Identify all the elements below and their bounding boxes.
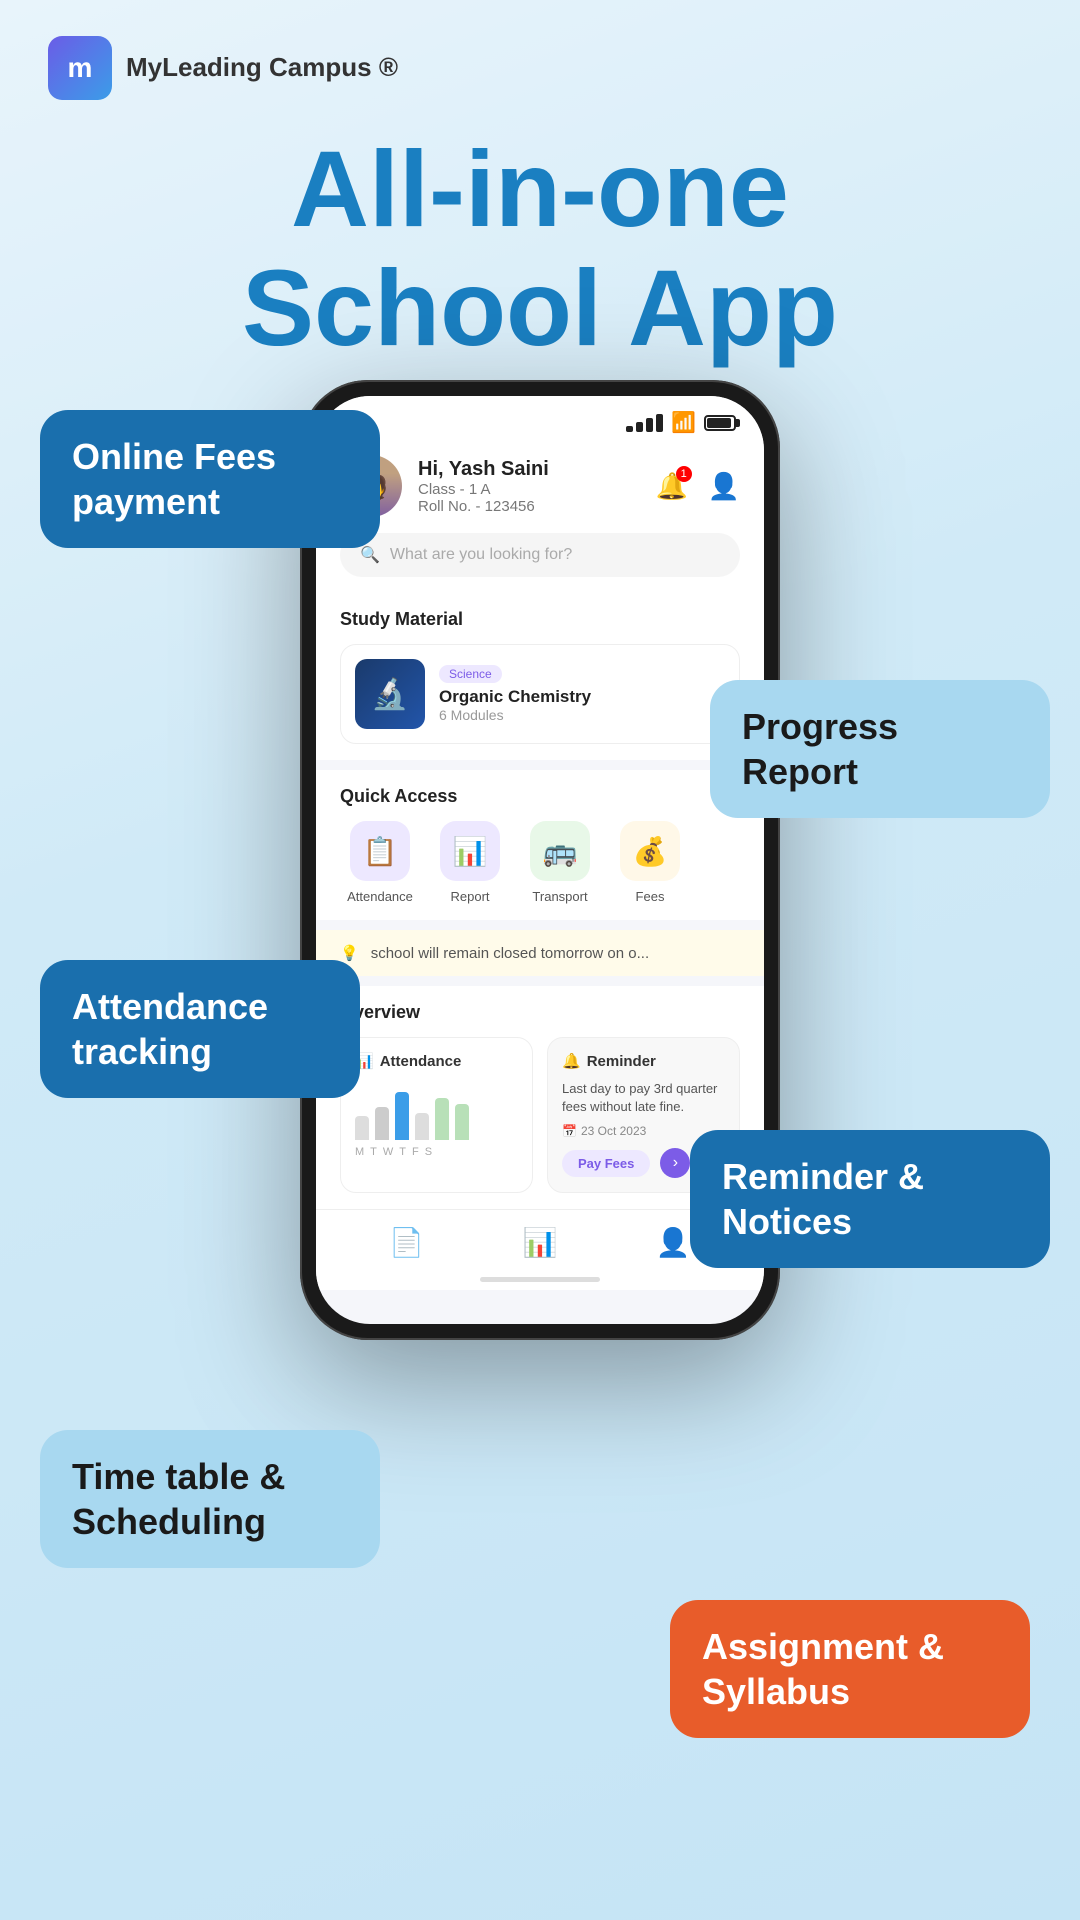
study-material-title: Study Material xyxy=(340,609,740,630)
home-bar xyxy=(480,1277,600,1282)
quick-access-title: Quick Access xyxy=(340,786,740,807)
quick-access-section: Quick Access 📋 Attendance 📊 Report 🚌 Tra… xyxy=(316,770,764,920)
subject-tag: Science xyxy=(439,665,502,683)
study-card[interactable]: 🔬 Science Organic Chemistry 6 Modules xyxy=(340,644,740,744)
transport-icon-box: 🚌 xyxy=(530,821,590,881)
search-input[interactable]: 🔍 What are you looking for? xyxy=(340,533,740,577)
quick-item-fees[interactable]: 💰 Fees xyxy=(610,821,690,904)
nav-home-icon[interactable]: 📄 xyxy=(389,1226,424,1259)
announcement-text: school will remain closed tomorrow on o.… xyxy=(371,945,649,962)
rem-icon: 🔔 xyxy=(562,1052,581,1070)
bubble-reminder: Reminder & Notices xyxy=(690,1130,1050,1268)
reminder-body: Last day to pay 3rd quarter fees without… xyxy=(562,1080,725,1116)
rem-card-title: 🔔 Reminder xyxy=(562,1052,725,1070)
search-icon: 🔍 xyxy=(360,545,380,565)
study-material-section: Study Material 🔬 Science Organic Chemist… xyxy=(316,593,764,760)
quick-icons-row: 📋 Attendance 📊 Report 🚌 Transport 💰 Fees xyxy=(340,821,740,904)
bubble-timetable: Time table & Scheduling xyxy=(40,1430,380,1568)
bubble-assignment: Assignment & Syllabus xyxy=(670,1600,1030,1738)
wifi-icon: 📶 xyxy=(671,410,696,435)
pay-fees-button[interactable]: Pay Fees xyxy=(562,1150,650,1177)
signal-icon xyxy=(626,414,663,432)
quick-item-report[interactable]: 📊 Report xyxy=(430,821,510,904)
logo-area: m MyLeading Campus ® xyxy=(48,36,398,100)
report-icon-box: 📊 xyxy=(440,821,500,881)
battery-icon xyxy=(704,415,736,431)
quick-item-attendance[interactable]: 📋 Attendance xyxy=(340,821,420,904)
app-header: 🧑 Hi, Yash Saini Class - 1 A Roll No. - … xyxy=(316,443,764,533)
notification-button[interactable]: 🔔 1 xyxy=(652,466,692,506)
quick-item-transport[interactable]: 🚌 Transport xyxy=(520,821,600,904)
att-card-title: 📊 Attendance xyxy=(355,1052,518,1070)
status-bar: 41 📶 xyxy=(316,396,764,443)
overview-cards: 📊 Attendance M xyxy=(340,1037,740,1193)
course-name: Organic Chemistry xyxy=(439,687,591,707)
transport-label: Transport xyxy=(532,889,587,904)
search-bar: 🔍 What are you looking for? xyxy=(316,533,764,593)
bubble-progress: Progress Report xyxy=(710,680,1050,818)
profile-icon[interactable]: 👤 xyxy=(708,471,740,502)
attendance-days: M T W T F S xyxy=(355,1146,518,1158)
study-thumbnail: 🔬 xyxy=(355,659,425,729)
fees-icon-box: 💰 xyxy=(620,821,680,881)
header-icons: 🔔 1 👤 xyxy=(652,466,740,506)
nav-chart-icon[interactable]: 📊 xyxy=(523,1226,558,1259)
attendance-icon-box: 📋 xyxy=(350,821,410,881)
calendar-icon: 📅 xyxy=(562,1124,577,1138)
home-indicator xyxy=(316,1269,764,1290)
overview-title: Overview xyxy=(340,1002,740,1023)
bubble-attendance: Attendance tracking xyxy=(40,960,360,1098)
notification-badge: 1 xyxy=(676,466,692,482)
bubble-fees: Online Fees payment xyxy=(40,410,380,548)
attendance-chart xyxy=(355,1080,518,1140)
user-class: Class - 1 A xyxy=(418,481,636,498)
logo-icon: m xyxy=(48,36,112,100)
title-line1: All-in-one School App xyxy=(0,130,1080,368)
fees-label: Fees xyxy=(636,889,665,904)
status-icons: 📶 xyxy=(626,410,736,435)
user-roll: Roll No. - 123456 xyxy=(418,498,636,515)
attendance-label: Attendance xyxy=(347,889,413,904)
nav-profile-icon[interactable]: 👤 xyxy=(656,1226,691,1259)
search-placeholder: What are you looking for? xyxy=(390,546,572,564)
logo-text: MyLeading Campus ® xyxy=(126,51,398,85)
attendance-card: 📊 Attendance M xyxy=(340,1037,533,1193)
reminder-arrow-button[interactable]: › xyxy=(660,1148,690,1178)
user-info: Hi, Yash Saini Class - 1 A Roll No. - 12… xyxy=(418,458,636,515)
report-label: Report xyxy=(450,889,489,904)
user-name: Hi, Yash Saini xyxy=(418,458,636,481)
announcement-banner: 💡 school will remain closed tomorrow on … xyxy=(316,930,764,976)
announcement-emoji: 💡 xyxy=(340,944,359,962)
main-title: All-in-one School App xyxy=(0,130,1080,368)
course-modules: 6 Modules xyxy=(439,707,591,723)
study-info: Science Organic Chemistry 6 Modules xyxy=(439,665,591,723)
